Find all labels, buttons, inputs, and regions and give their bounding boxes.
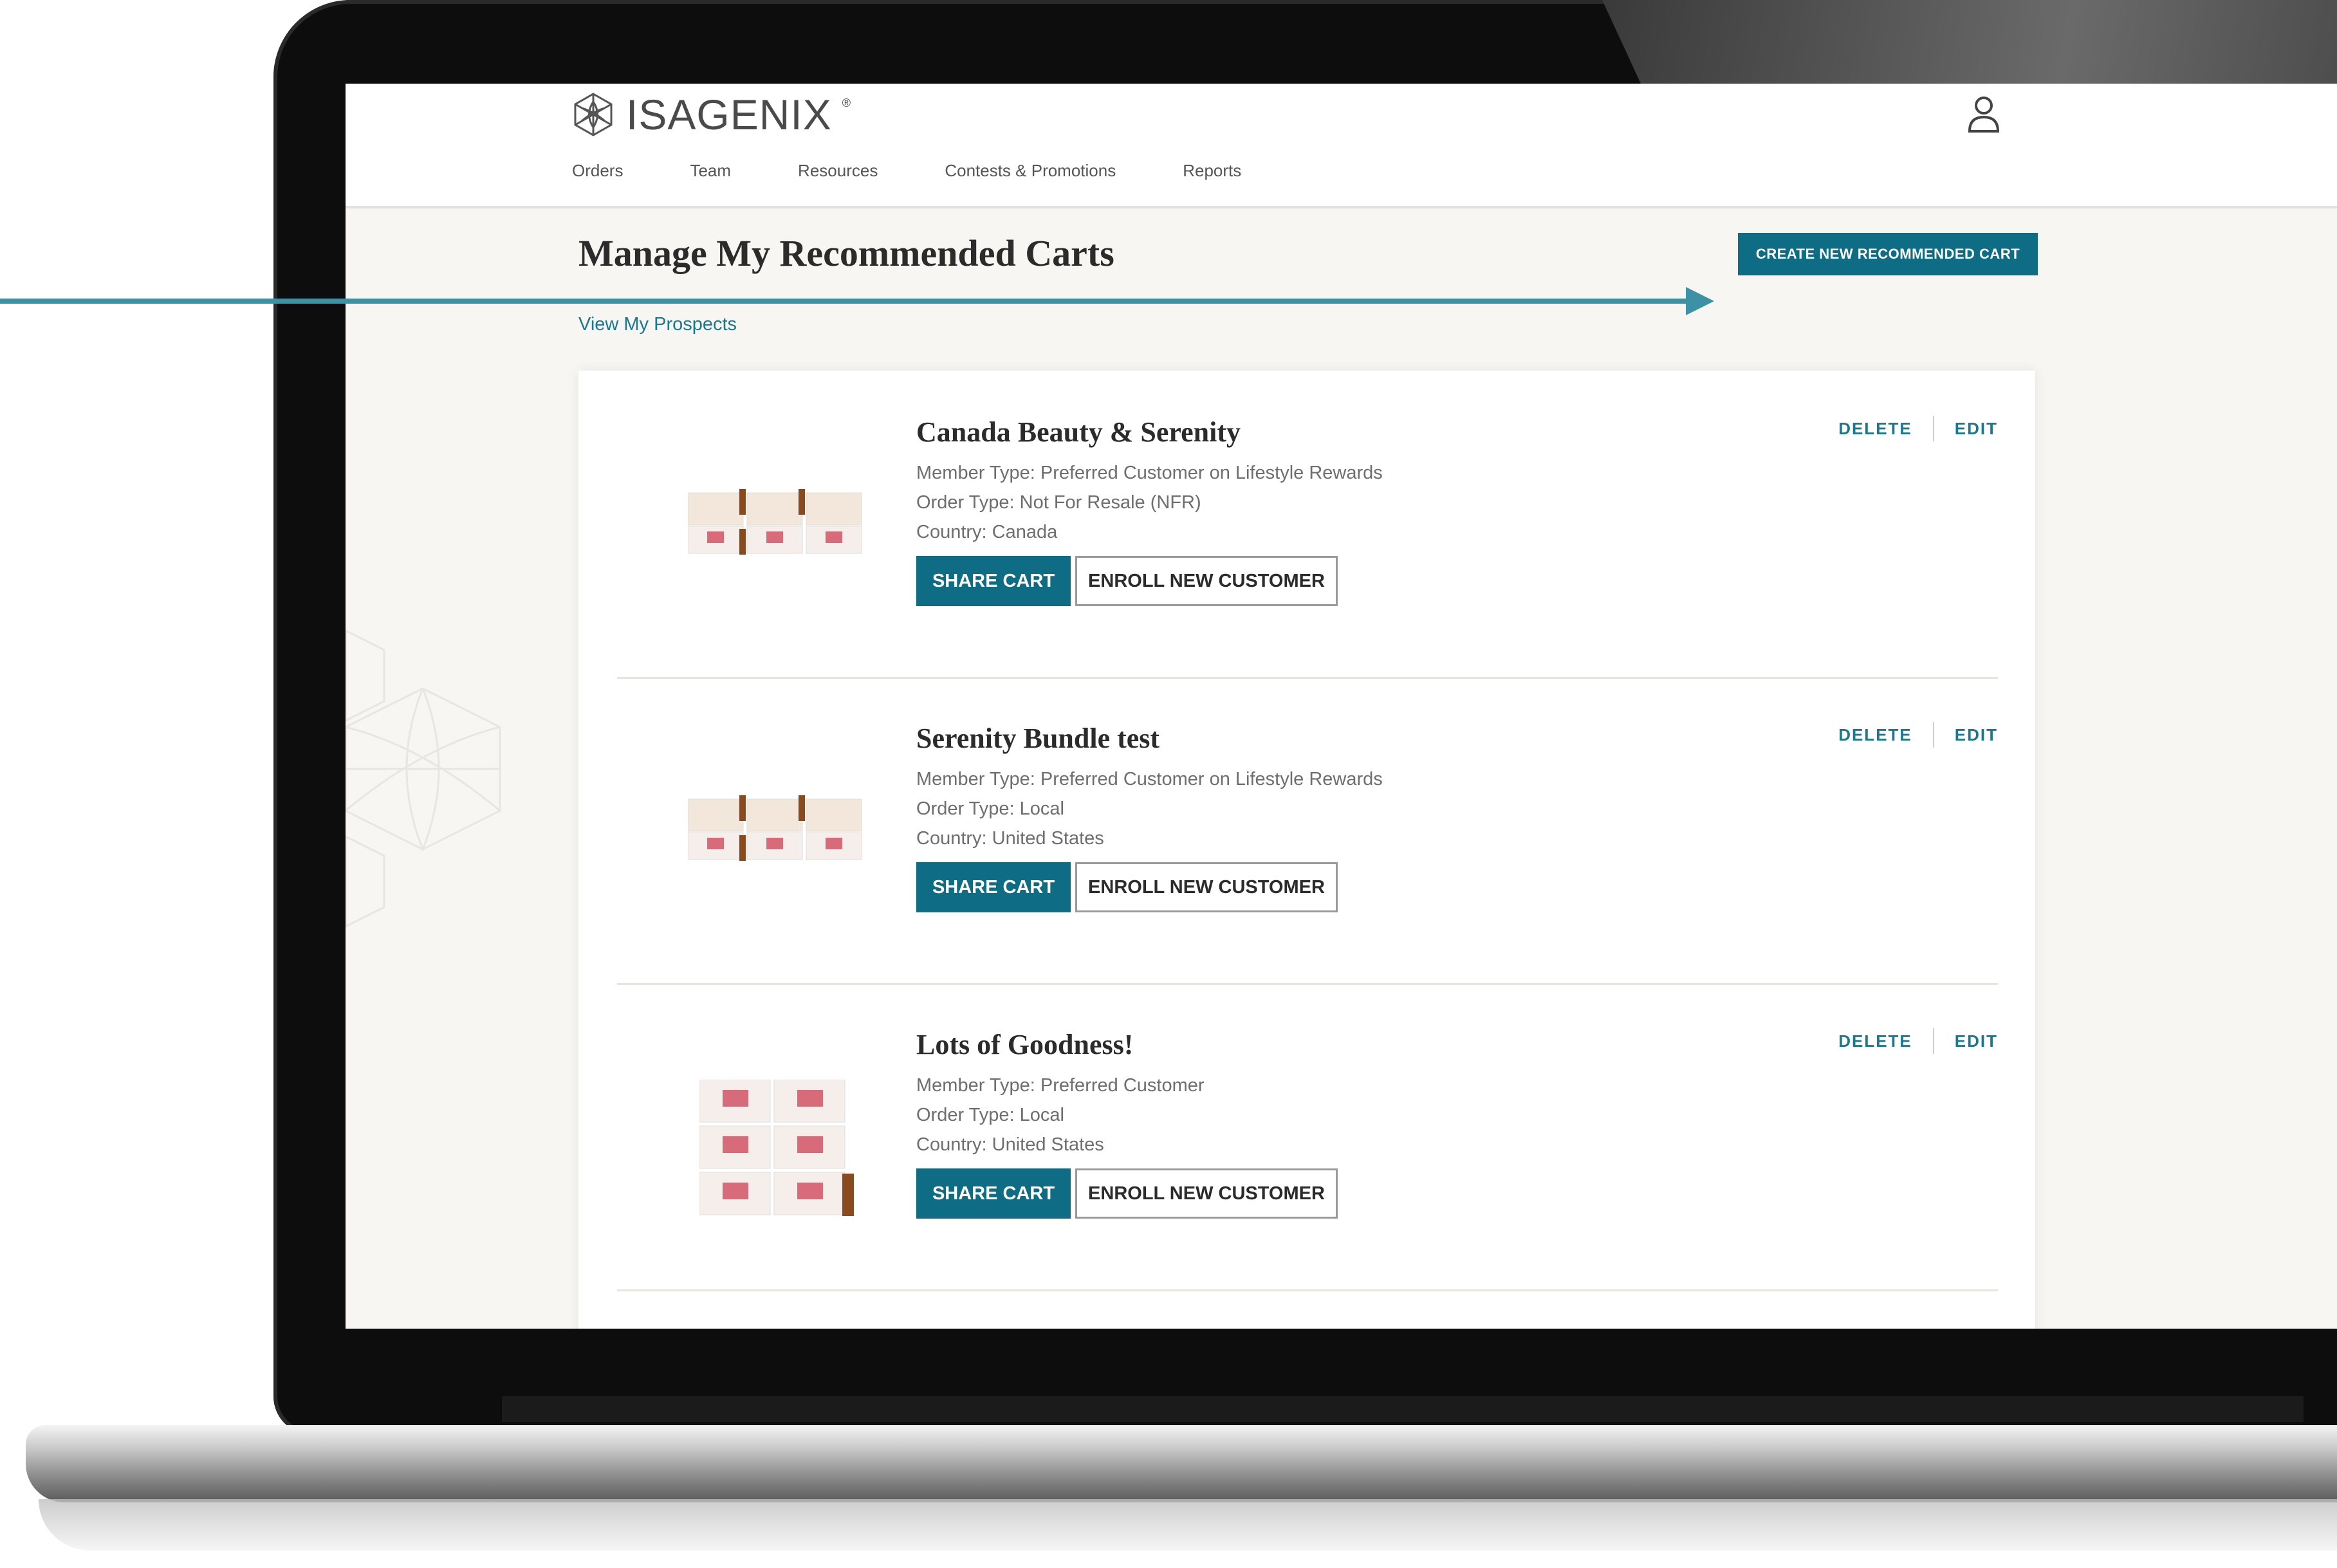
product-image [699,1080,854,1216]
delete-link[interactable]: DELETE [1838,419,1912,439]
cart-title: Serenity Bundle test [916,723,1160,754]
cart-actions: DELETE EDIT [1838,722,1998,748]
main-nav: Orders Team Resources Contests & Promoti… [572,161,1308,181]
product-image [688,795,862,861]
screen: ISAGENIX ® Orders Team Resources Contest… [346,84,2337,1329]
view-prospects-link[interactable]: View My Prospects [578,314,737,335]
laptop-glare [1602,0,2337,84]
flower-watermark-icon [346,629,501,928]
laptop-base [26,1425,2337,1502]
brand-name: ISAGENIX [626,91,832,138]
country: Country: United States [916,828,1104,849]
country: Country: United States [916,1134,1104,1155]
enroll-new-customer-button[interactable]: ENROLL NEW CUSTOMER [1075,556,1338,606]
site-header: ISAGENIX ® Orders Team Resources Contest… [346,84,2337,208]
cart-item: Canada Beauty & Serenity Member Type: Pr… [617,371,1998,679]
edit-link[interactable]: EDIT [1955,725,1998,745]
action-divider [1932,722,1934,748]
logo[interactable]: ISAGENIX ® [571,90,851,139]
edit-link[interactable]: EDIT [1955,1031,1998,1051]
share-cart-button[interactable]: SHARE CART [916,1168,1071,1219]
laptop-reflection [39,1499,2337,1551]
action-divider [1932,416,1934,441]
cart-actions: DELETE EDIT [1838,1028,1998,1054]
carts-panel: Canada Beauty & Serenity Member Type: Pr… [578,371,2035,1329]
page-title: Manage My Recommended Carts [578,232,1114,274]
delete-link[interactable]: DELETE [1838,1031,1912,1051]
nav-contests-promotions[interactable]: Contests & Promotions [945,161,1116,181]
nav-orders[interactable]: Orders [572,161,623,181]
enroll-new-customer-button[interactable]: ENROLL NEW CUSTOMER [1075,1168,1338,1219]
create-recommended-cart-button[interactable]: CREATE NEW RECOMMENDED CART [1738,233,2038,275]
annotation-arrow-line [0,299,1689,304]
action-divider [1932,1028,1934,1054]
delete-link[interactable]: DELETE [1838,725,1912,745]
edit-link[interactable]: EDIT [1955,419,1998,439]
cart-details: Member Type: Preferred Customer Order Ty… [916,1071,1205,1159]
order-type: Order Type: Not For Resale (NFR) [916,492,1201,513]
share-cart-button[interactable]: SHARE CART [916,862,1071,912]
nav-reports[interactable]: Reports [1183,161,1241,181]
member-type: Member Type: Preferred Customer on Lifes… [916,463,1383,483]
order-type: Order Type: Local [916,1105,1064,1125]
cart-item: Lots of Goodness! Member Type: Preferred… [617,983,1998,1291]
order-type: Order Type: Local [916,798,1064,819]
registered-mark: ® [842,97,851,109]
product-image [688,489,862,555]
cart-title: Canada Beauty & Serenity [916,416,1241,448]
country: Country: Canada [916,522,1058,542]
nav-resources[interactable]: Resources [798,161,878,181]
cart-details: Member Type: Preferred Customer on Lifes… [916,764,1383,853]
arrow-right-icon [1686,287,1714,315]
laptop-hinge [502,1396,2304,1422]
nav-team[interactable]: Team [690,161,731,181]
member-type: Member Type: Preferred Customer on Lifes… [916,769,1383,789]
share-cart-button[interactable]: SHARE CART [916,556,1071,606]
cart-details: Member Type: Preferred Customer on Lifes… [916,458,1383,547]
cart-item: Serenity Bundle test Member Type: Prefer… [617,677,1998,985]
cart-title: Lots of Goodness! [916,1029,1134,1060]
member-type: Member Type: Preferred Customer [916,1075,1205,1096]
cart-actions: DELETE EDIT [1838,416,1998,441]
enroll-new-customer-button[interactable]: ENROLL NEW CUSTOMER [1075,862,1338,912]
user-icon[interactable] [1967,95,2000,133]
isagenix-logo-icon [574,93,613,136]
